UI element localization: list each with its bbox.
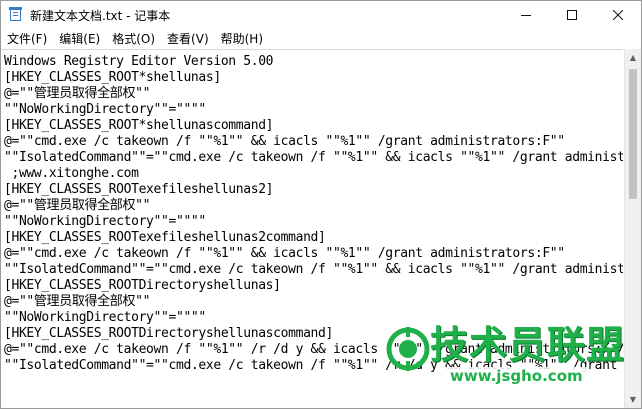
menu-edit[interactable]: 编辑(E) <box>53 29 106 49</box>
maximize-icon <box>567 10 577 20</box>
text-line: ;www.xitonghe.com <box>4 166 139 181</box>
text-lines: Windows Registry Editor Version 5.00 [HK… <box>1 50 623 374</box>
text-line: @=""管理员取得全部权"" <box>4 294 151 309</box>
text-line: @=""管理员取得全部权"" <box>4 198 151 213</box>
scrollbar-thumb[interactable] <box>629 69 637 199</box>
menu-format[interactable]: 格式(O) <box>106 29 161 49</box>
window-controls <box>503 1 641 29</box>
text-line: ""IsolatedCommand""=""cmd.exe /c takeown… <box>4 262 623 277</box>
close-button[interactable] <box>595 1 641 29</box>
text-line: [HKEY_CLASSES_ROOTDirectoryshellunas] <box>4 278 281 293</box>
maximize-button[interactable] <box>549 1 595 29</box>
text-line: [HKEY_CLASSES_ROOT*shellunascommand] <box>4 118 274 133</box>
text-line: ""NoWorkingDirectory""="""" <box>4 102 206 117</box>
text-editor-area[interactable]: Windows Registry Editor Version 5.00 [HK… <box>1 49 623 408</box>
close-icon <box>613 10 623 20</box>
text-line: Windows Registry Editor Version 5.00 <box>4 54 274 69</box>
text-line: ""IsolatedCommand""=""cmd.exe /c takeown… <box>4 358 618 373</box>
scroll-up-arrow-icon[interactable]: ▲ <box>625 49 641 66</box>
text-line: ""IsolatedCommand""=""cmd.exe /c takeown… <box>4 150 623 165</box>
title-bar[interactable]: 新建文本文档.txt - 记事本 <box>1 1 641 29</box>
notepad-icon <box>8 7 24 23</box>
text-line: @=""管理员取得全部权"" <box>4 86 151 101</box>
vertical-scrollbar[interactable]: ▲ ▼ <box>624 49 641 408</box>
minimize-button[interactable] <box>503 1 549 29</box>
text-line: ""NoWorkingDirectory""="""" <box>4 214 206 229</box>
text-line: @=""cmd.exe /c takeown /f ""%1"" && icac… <box>4 134 565 149</box>
menu-file[interactable]: 文件(F) <box>1 29 53 49</box>
minimize-icon <box>521 15 531 16</box>
text-line: [HKEY_CLASSES_ROOTexefileshellunas2comma… <box>4 230 326 245</box>
text-line: [HKEY_CLASSES_ROOT*shellunas] <box>4 70 221 85</box>
window-title: 新建文本文档.txt - 记事本 <box>30 8 171 23</box>
menu-help[interactable]: 帮助(H) <box>215 29 269 49</box>
text-line: @=""cmd.exe /c takeown /f ""%1"" /r /d y… <box>4 342 623 357</box>
scroll-down-arrow-icon[interactable]: ▼ <box>625 391 641 408</box>
menu-bar: 文件(F) 编辑(E) 格式(O) 查看(V) 帮助(H) <box>1 29 641 49</box>
text-line: [HKEY_CLASSES_ROOTDirectoryshellunascomm… <box>4 326 333 341</box>
text-line: [HKEY_CLASSES_ROOTexefileshellunas2] <box>4 182 274 197</box>
text-line: ""NoWorkingDirectory""="""" <box>4 310 206 325</box>
notepad-window: 新建文本文档.txt - 记事本 文件(F) 编辑(E) 格式(O) 查看(V)… <box>0 0 642 409</box>
menu-view[interactable]: 查看(V) <box>161 29 215 49</box>
text-line: @=""cmd.exe /c takeown /f ""%1"" && icac… <box>4 246 565 261</box>
